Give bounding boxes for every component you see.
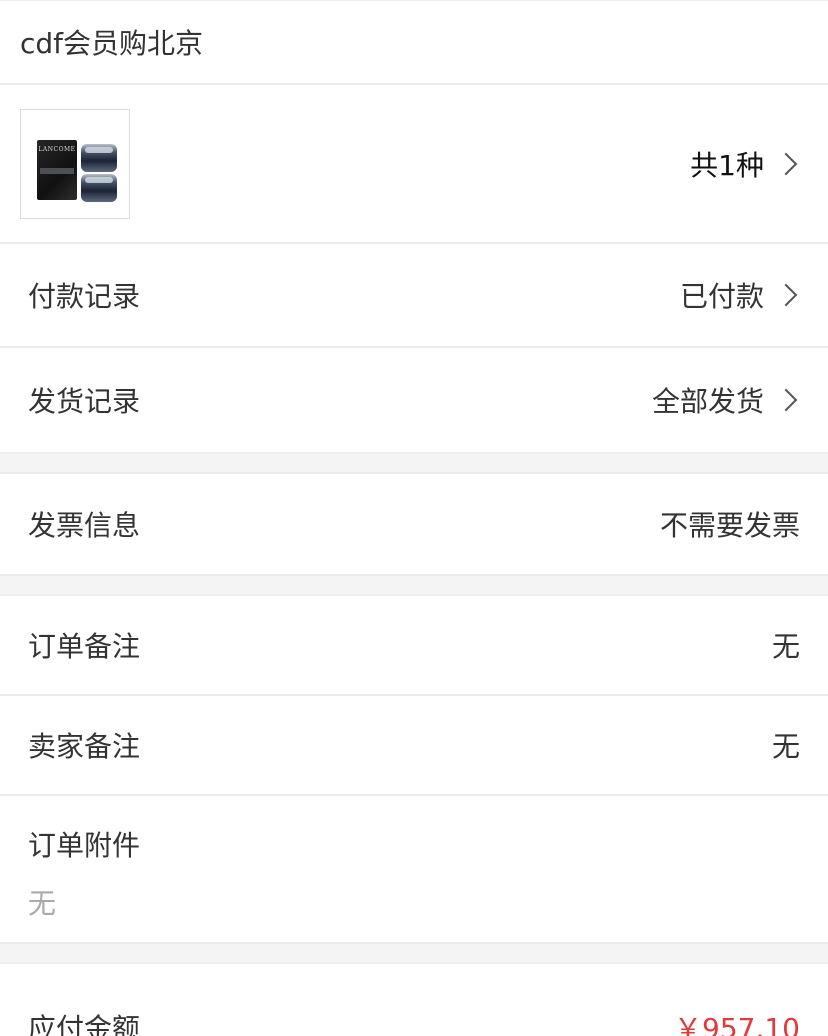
product-jar-image: [81, 143, 117, 172]
total-amount-label: 应付金额: [28, 1012, 141, 1036]
seller-note-label: 卖家备注: [28, 730, 141, 763]
chevron-right-icon: [774, 388, 798, 412]
payment-record-row[interactable]: 付款记录 已付款: [0, 244, 828, 348]
order-attachment-row: 订单附件 无: [0, 796, 828, 942]
total-amount-row: 应付金额 ￥957.10: [0, 972, 828, 1036]
product-jar-image: [81, 173, 117, 202]
invoice-label: 发票信息: [28, 509, 141, 542]
chevron-right-icon: [774, 283, 798, 307]
order-attachment-value: 无: [28, 887, 57, 920]
section-divider: [0, 452, 828, 474]
store-header[interactable]: cdf会员购北京: [0, 0, 828, 85]
invoice-row: 发票信息 不需要发票: [0, 474, 828, 574]
product-box-image: LANCOME: [37, 139, 77, 200]
shipping-status: 全部发货: [651, 385, 764, 418]
chevron-right-icon: [774, 152, 798, 175]
payment-record-label: 付款记录: [28, 280, 141, 313]
product-count[interactable]: 共1种: [690, 144, 800, 184]
order-note-label: 订单备注: [28, 630, 141, 663]
order-note-row: 订单备注 无: [0, 596, 828, 696]
section-divider: [0, 942, 828, 964]
order-detail-page: cdf会员购北京 LANCOME 共1种 付款记录 已付款 发货记录 全部发货: [0, 0, 828, 1036]
invoice-value: 不需要发票: [659, 509, 800, 542]
product-brand-logo: LANCOME: [38, 145, 76, 153]
total-amount-value: ￥957.10: [674, 1012, 800, 1036]
seller-note-value: 无: [771, 730, 800, 763]
section-divider: [0, 574, 828, 596]
order-attachment-label: 订单附件: [28, 829, 141, 862]
payment-status: 已付款: [679, 280, 764, 313]
store-name: cdf会员购北京: [20, 27, 204, 60]
seller-note-row: 卖家备注 无: [0, 696, 828, 796]
product-summary-row[interactable]: LANCOME 共1种: [0, 85, 828, 244]
product-thumbnail[interactable]: LANCOME: [20, 108, 130, 219]
shipping-record-row[interactable]: 发货记录 全部发货: [0, 348, 828, 452]
product-count-label: 共1种: [690, 148, 764, 182]
order-note-value: 无: [771, 630, 800, 663]
shipping-record-label: 发货记录: [28, 385, 141, 418]
